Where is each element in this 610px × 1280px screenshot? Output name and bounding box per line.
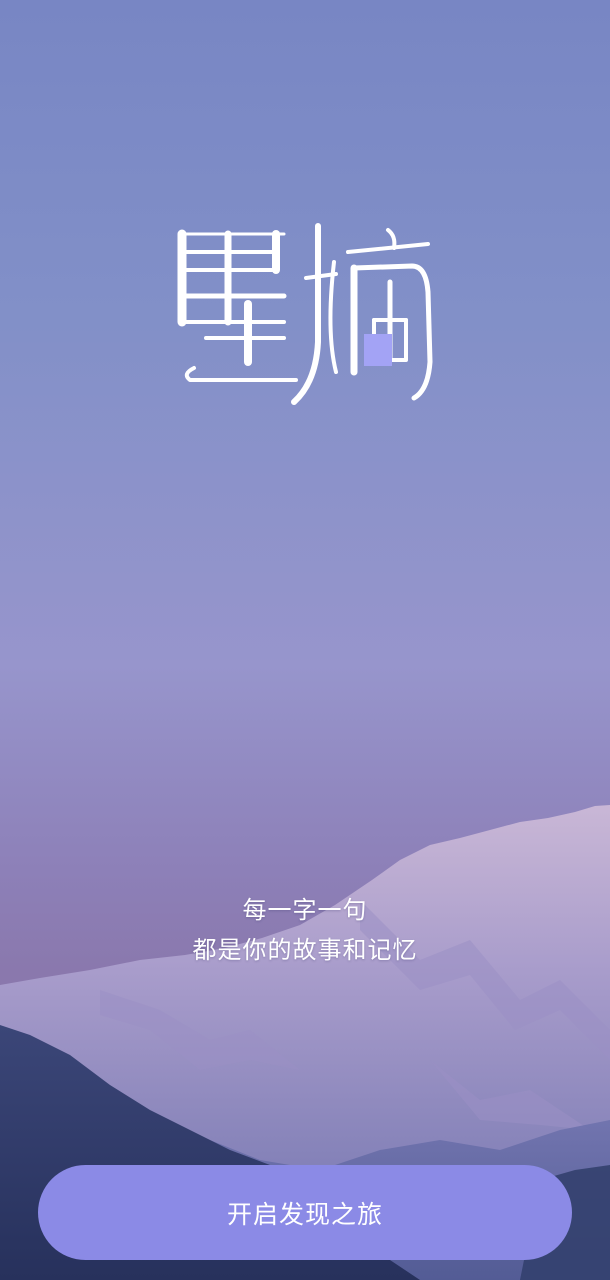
- start-journey-button[interactable]: 开启发现之旅: [38, 1165, 572, 1260]
- mountain-background: [0, 805, 610, 1280]
- tagline-line-2: 都是你的故事和记忆: [192, 936, 418, 964]
- app-logo: [177, 223, 433, 405]
- tagline-line-1: 每一字一句: [242, 896, 368, 924]
- splash-screen: 每一字一句 都是你的故事和记忆 开启发现之旅: [0, 0, 610, 1280]
- logo-accent-block: [364, 334, 392, 366]
